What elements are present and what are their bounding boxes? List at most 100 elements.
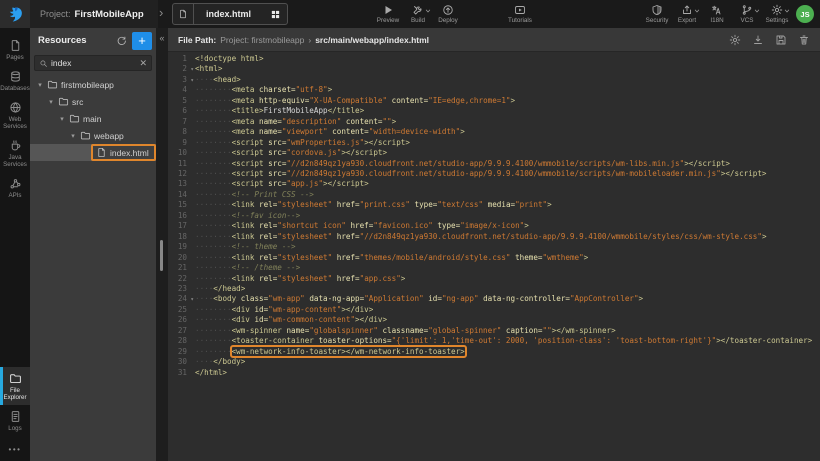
code-area[interactable]: 1<!doctype html>2▾<html>3▾····<head>4···… (168, 52, 820, 378)
chevron-down-icon[interactable] (784, 8, 790, 14)
code-line[interactable]: 27········<wm-spinner name="globalspinne… (168, 326, 820, 336)
code-line[interactable]: 6········<title>FirstMobileApp</title> (168, 106, 820, 116)
user-avatar[interactable]: JS (796, 5, 814, 23)
refresh-button[interactable] (116, 35, 127, 46)
code-line[interactable]: 16········<!--fav icon--> (168, 211, 820, 221)
code-line[interactable]: 29········<wm-network-info-toaster></wm-… (168, 347, 820, 357)
tutorials-button[interactable]: Tutorials (505, 0, 535, 28)
tree-item-main[interactable]: ▾main (30, 110, 156, 127)
line-number: 1 (168, 54, 195, 64)
code-line[interactable]: 24▾····<body class="wm-app" data-ng-app=… (168, 294, 820, 304)
preview-button[interactable]: Preview (373, 0, 403, 28)
code-text: <!doctype html> (195, 54, 264, 64)
scrollbar-thumb[interactable] (160, 240, 163, 271)
code-text: ····</head> (195, 284, 245, 294)
code-line[interactable]: 3▾····<head> (168, 75, 820, 85)
clear-search-icon[interactable]: ✕ (139, 58, 147, 69)
code-line[interactable]: 31</html> (168, 368, 820, 378)
code-line[interactable]: 17········<link rel="shortcut icon" href… (168, 221, 820, 231)
preview-icon (382, 4, 394, 16)
editor-settings-button[interactable] (729, 34, 741, 46)
tree-expand-icon[interactable]: ▾ (36, 81, 44, 89)
export-button[interactable]: Export (672, 0, 702, 28)
sidebar-more-button[interactable]: ••• (0, 436, 30, 461)
code-line[interactable]: 19········<!-- theme --> (168, 242, 820, 252)
i18n-label: I18N (710, 17, 723, 24)
code-line[interactable]: 20········<link rel="stylesheet" href="t… (168, 253, 820, 263)
sidebar-item-pages[interactable]: Pages (0, 34, 30, 65)
code-text: ········<link rel="stylesheet" href="//d… (195, 232, 767, 242)
tree-item-firstmobileapp[interactable]: ▾firstmobileapp (30, 76, 156, 93)
line-number: 8 (168, 127, 195, 137)
sidebar-item-apis[interactable]: APIs (0, 172, 30, 203)
code-line[interactable]: 22········<link rel="stylesheet" href="a… (168, 274, 820, 284)
tree-item-src[interactable]: ▾src (30, 93, 156, 110)
sidebar-item-logs[interactable]: Logs (0, 405, 30, 436)
wavemaker-logo-icon (7, 6, 24, 23)
code-line[interactable]: 13········<script src="app.js"></script> (168, 179, 820, 189)
tree-item-webapp[interactable]: ▾webapp (30, 127, 156, 144)
save-file-button[interactable] (775, 34, 787, 46)
code-line[interactable]: 4········<meta charset="utf-8"> (168, 85, 820, 95)
code-line[interactable]: 7········<meta name="description" conten… (168, 117, 820, 127)
tree-expand-icon[interactable]: ▾ (58, 115, 66, 123)
sidebar-item-web-services[interactable]: Web Services (0, 96, 30, 134)
grid-icon[interactable] (263, 4, 287, 24)
download-file-button[interactable] (752, 34, 764, 46)
add-resource-button[interactable]: + (132, 32, 152, 50)
sidebar-item-java-services[interactable]: Java Services (0, 134, 30, 172)
code-line[interactable]: 12········<script src="//d2n849qz1ya930.… (168, 169, 820, 179)
code-line[interactable]: 15········<link rel="stylesheet" href="p… (168, 200, 820, 210)
code-line[interactable]: 10········<script src="cordova.js"></scr… (168, 148, 820, 158)
delete-file-button[interactable] (798, 34, 810, 46)
code-line[interactable]: 8········<meta name="viewport" content="… (168, 127, 820, 137)
resources-header: Resources + (30, 28, 156, 53)
line-number: 20 (168, 253, 195, 263)
security-button[interactable]: Security (642, 0, 672, 28)
chevron-down-icon[interactable] (754, 8, 760, 14)
code-line[interactable]: 30····</body> (168, 357, 820, 367)
vcs-button[interactable]: VCS (732, 0, 762, 28)
line-number: 11 (168, 159, 195, 169)
java-services-label: Java Services (3, 154, 27, 168)
chevron-down-icon[interactable] (694, 8, 700, 14)
vcs-icon (741, 4, 753, 16)
code-line[interactable]: 26········<div id="wm-common-content"></… (168, 315, 820, 325)
collapse-panel-button[interactable]: « (156, 28, 168, 43)
code-line[interactable]: 18········<link rel="stylesheet" href="/… (168, 232, 820, 242)
line-number: 23 (168, 284, 195, 294)
line-number: 7 (168, 117, 195, 127)
code-text: ········<script src="wmProperties.js"></… (195, 138, 410, 148)
code-line[interactable]: 23····</head> (168, 284, 820, 294)
tree-expand-icon[interactable]: ▾ (47, 98, 55, 106)
chevron-down-icon[interactable] (425, 8, 431, 14)
sidebar-item-file-explorer[interactable]: File Explorer (0, 367, 30, 405)
file-path-bar: File Path: Project: firstmobileapp › src… (168, 28, 820, 52)
code-line[interactable]: 14········<!-- Print CSS --> (168, 190, 820, 200)
app-logo[interactable] (0, 0, 30, 28)
tree-expand-icon[interactable]: ▾ (69, 132, 77, 140)
deploy-button[interactable]: Deploy (433, 0, 463, 28)
code-line[interactable]: 5········<meta http-equiv="X-UA-Compatib… (168, 96, 820, 106)
settings-icon (771, 4, 783, 16)
security-label: Security (646, 17, 669, 24)
line-number: 14 (168, 190, 195, 200)
tree-item-index-html[interactable]: index.html (30, 144, 156, 161)
code-line[interactable]: 11········<script src="//d2n849qz1ya930.… (168, 159, 820, 169)
code-line[interactable]: 2▾<html> (168, 64, 820, 74)
code-line[interactable]: 21········<!-- /theme --> (168, 263, 820, 273)
code-line[interactable]: 9········<script src="wmProperties.js"><… (168, 138, 820, 148)
search-input[interactable] (51, 58, 136, 68)
code-line[interactable]: 28········<toaster-container toaster-opt… (168, 336, 820, 346)
toolbar-left: PreviewBuildDeploy (373, 0, 463, 28)
settings-button[interactable]: Settings (762, 0, 792, 28)
code-line[interactable]: 25········<div id="wm-app-content"></div… (168, 305, 820, 315)
i18n-button[interactable]: I18N (702, 0, 732, 28)
code-line[interactable]: 1<!doctype html> (168, 54, 820, 64)
line-number: 10 (168, 148, 195, 158)
open-file-tab[interactable]: index.html (172, 3, 288, 25)
sidebar-item-databases[interactable]: Databases (0, 65, 30, 96)
line-number: 26 (168, 315, 195, 325)
code-text: ········<script src="app.js"></script> (195, 179, 369, 189)
build-button[interactable]: Build (403, 0, 433, 28)
